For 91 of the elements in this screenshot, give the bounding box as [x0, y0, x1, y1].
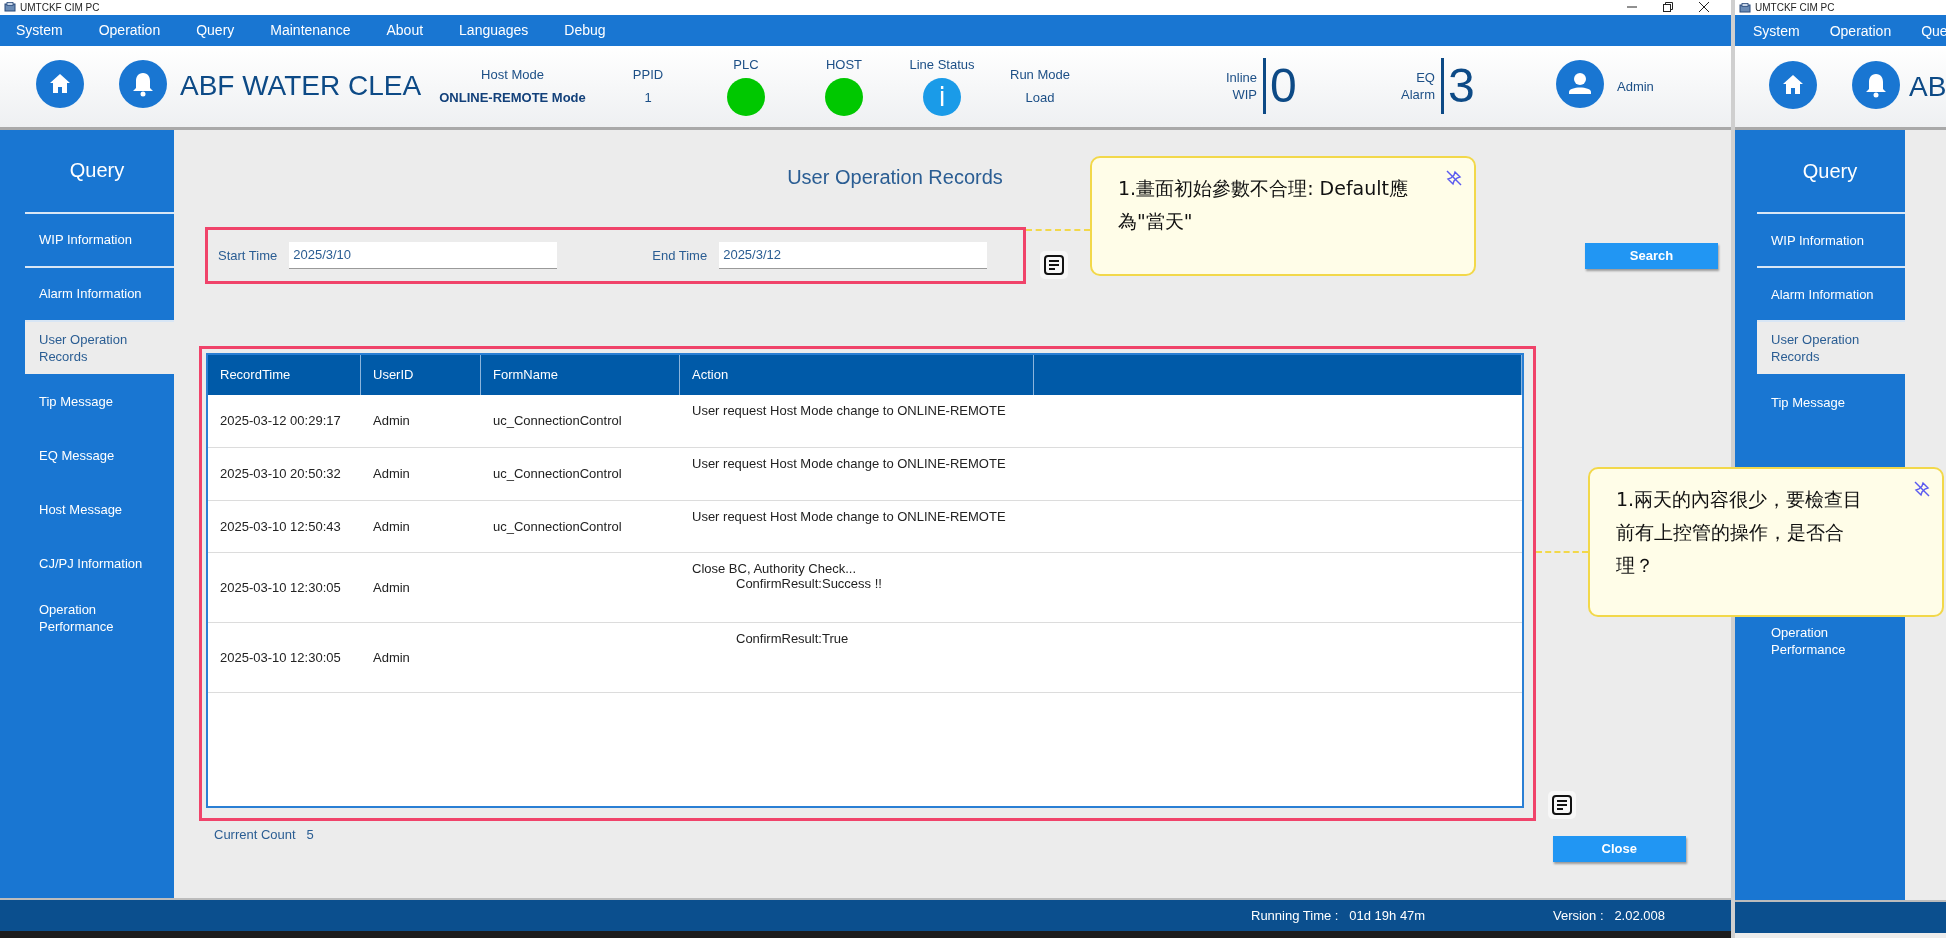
table-cell: Admin — [373, 579, 410, 595]
search-button[interactable]: Search — [1585, 242, 1718, 269]
status-label: Line Status — [909, 56, 975, 72]
current-count: Current Count 5 — [214, 826, 314, 842]
status-label: PLC — [733, 56, 759, 72]
equipment-title: ABF WATER CLEA — [180, 69, 423, 104]
sidebar-item[interactable]: User Operation Records — [25, 319, 174, 374]
table-cell: Admin — [373, 518, 410, 534]
counter-value: 0 — [1270, 62, 1297, 111]
table-cell: Admin — [373, 466, 410, 482]
user-avatar-icon[interactable] — [1555, 59, 1605, 110]
counter-label: EQ — [1416, 70, 1435, 86]
notes-icon[interactable] — [1548, 790, 1576, 819]
table-cell: User request Host Mode change to ONLINE-REMOTE — [692, 402, 1006, 418]
sidebar-item[interactable]: CJ/PJ Information — [25, 535, 174, 590]
menu-item[interactable]: Languages — [459, 22, 529, 39]
table-cell: uc_ConnectionControl — [493, 518, 622, 534]
date-field[interactable]: 2025/3/10 — [289, 241, 558, 269]
notes-icon[interactable] — [1040, 250, 1068, 279]
status-label: Host Mode — [481, 67, 544, 83]
counter-label: Alarm — [1401, 87, 1435, 103]
note-text: 1.畫面初始參數不合理: Default應為"當天" — [1118, 177, 1408, 232]
menu-item[interactable]: Operation — [1829, 22, 1892, 39]
app-icon — [1739, 2, 1751, 13]
restore-icon[interactable] — [1663, 2, 1673, 13]
sidebar-item[interactable]: Operation Performance — [25, 589, 174, 644]
field-label: Start Time — [218, 247, 278, 263]
sidebar-item[interactable]: User Operation Records — [1757, 320, 1905, 374]
column-header[interactable]: Action — [680, 354, 1034, 395]
window-title: UMTCKF CIM PC — [1755, 2, 1835, 13]
table-cell: Admin — [373, 413, 410, 429]
sidebar-item[interactable]: Tip Message — [25, 373, 174, 428]
unpin-icon[interactable] — [1914, 481, 1930, 497]
table-cell: 2025-03-10 12:30:05 — [220, 649, 341, 665]
table-cell: User request Host Mode change to ONLINE-REMOTE — [692, 508, 1006, 524]
sidebar-item[interactable]: EQ Message — [25, 427, 174, 482]
version-text: Version : 2.02.008 — [1552, 908, 1665, 924]
counter-label: WIP — [1232, 87, 1257, 103]
menu-item[interactable]: About — [386, 22, 424, 39]
window-title: UMTCKF CIM PC — [20, 2, 100, 13]
sidebar-item[interactable]: Tip Message — [1757, 374, 1905, 428]
table-cell: uc_ConnectionControl — [493, 413, 622, 429]
table-cell-text: ConfirmResult:Success !! — [735, 575, 882, 591]
table-cell: 2025-03-12 00:29:17 — [220, 413, 341, 429]
close-button[interactable]: Close — [1552, 835, 1686, 862]
menu-item[interactable]: Query — [196, 22, 235, 39]
equipment-title: AB — [1909, 69, 1946, 104]
status-label: PPID — [632, 67, 664, 83]
sidebar-item[interactable]: WIP Information — [1757, 212, 1905, 266]
table-cell: Admin — [373, 649, 410, 665]
sidebar-item[interactable]: Host Message — [25, 481, 174, 536]
table-cell: uc_ConnectionControl — [493, 466, 622, 482]
home-icon[interactable] — [1768, 59, 1818, 110]
bell-icon[interactable] — [1851, 59, 1901, 110]
bell-icon[interactable] — [118, 59, 168, 110]
column-header[interactable]: RecordTime — [208, 354, 361, 395]
user-name: Admin — [1617, 78, 1654, 94]
app-icon — [4, 2, 16, 13]
menu-item[interactable]: Debug — [564, 22, 606, 39]
close-icon[interactable] — [1699, 2, 1709, 13]
table-cell: 2025-03-10 12:30:05 — [220, 579, 341, 595]
column-header[interactable]: FormName — [481, 354, 680, 395]
sidebar-item[interactable]: Operation Performance — [1757, 622, 1905, 662]
status-value: Load — [1025, 90, 1055, 106]
menu-item[interactable]: Operation — [98, 22, 161, 39]
table-cell: Close BC, Authority Check... — [692, 560, 856, 576]
field-label: End Time — [652, 247, 708, 263]
sidebar-item[interactable]: WIP Information — [25, 211, 174, 266]
sidebar-title: Query — [68, 158, 126, 184]
table-cell-text: ConfirmResult:True — [735, 630, 849, 646]
date-field[interactable]: 2025/3/12 — [719, 241, 988, 269]
status-label: Run Mode — [1010, 67, 1070, 83]
menu-item[interactable]: Maintenance — [270, 22, 351, 39]
table-cell: User request Host Mode change to ONLINE-REMOTE — [692, 455, 1006, 471]
page-title: User Operation Records — [787, 165, 1003, 189]
column-header[interactable]: UserID — [361, 354, 481, 395]
note-text: 1.兩天的內容很少，要檢查目前有上控管的操作，是否合理？ — [1616, 488, 1863, 576]
running-time: Running Time : 01d 19h 47m — [1251, 908, 1426, 924]
status-value: 1 — [644, 90, 652, 106]
counter-label: Inline — [1225, 70, 1257, 86]
info-indicator[interactable]: i — [923, 77, 961, 116]
menu-item[interactable]: System — [16, 22, 63, 39]
counter-value: 3 — [1448, 62, 1475, 111]
table-cell: 2025-03-10 12:50:43 — [220, 518, 341, 534]
menu-item[interactable]: System — [1753, 22, 1800, 39]
status-label: HOST — [825, 56, 863, 72]
table-cell: 2025-03-10 20:50:32 — [220, 466, 341, 482]
home-icon[interactable] — [35, 59, 85, 110]
unpin-icon[interactable] — [1446, 170, 1462, 186]
status-value: ONLINE-REMOTE Mode — [439, 90, 586, 106]
sidebar-title: Query — [1801, 158, 1859, 184]
